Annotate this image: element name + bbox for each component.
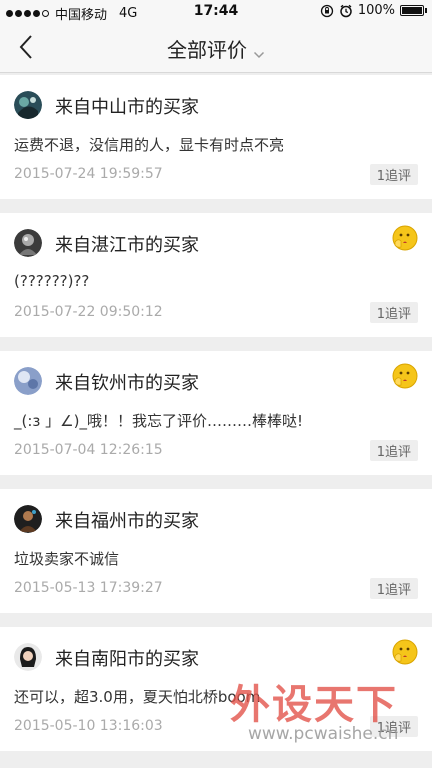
review-card: 来自湛江市的买家 (??????)?? 2015-07-22 09:50:12 … — [0, 213, 432, 337]
review-comment: _(:з 」∠)_哦！！我忘了评价………棒棒哒! — [14, 412, 303, 430]
followup-badge[interactable]: 1追评 — [369, 164, 418, 185]
buyer-name: 来自福州市的买家 — [55, 511, 199, 532]
review-filter-dropdown[interactable]: 全部评价 — [0, 34, 432, 64]
avatar[interactable] — [14, 505, 42, 533]
avatar[interactable] — [14, 367, 42, 395]
review-card: 来自中山市的买家 运费不退，没信用的人，显卡有时点不亮 2015-07-24 1… — [0, 75, 432, 199]
followup-badge[interactable]: 1追评 — [369, 716, 418, 737]
avatar[interactable] — [14, 643, 42, 671]
followup-badge[interactable]: 1追评 — [369, 302, 418, 323]
status-right: 100% — [320, 3, 427, 18]
followup-badge[interactable]: 1追评 — [369, 578, 418, 599]
buyer-name: 来自钦州市的买家 — [55, 373, 199, 394]
review-date: 2015-05-10 13:16:03 — [14, 718, 163, 734]
review-comment: 还可以，超3.0用，夏天怕北桥boom — [14, 688, 261, 706]
review-card: 来自福州市的买家 垃圾卖家不诚信 2015-05-13 17:39:27 1追评 — [0, 489, 432, 613]
review-date: 2015-07-24 19:59:57 — [14, 166, 163, 182]
review-comment: (??????)?? — [14, 272, 90, 290]
avatar[interactable] — [14, 229, 42, 257]
buyer-name: 来自湛江市的买家 — [55, 235, 199, 256]
review-card: 来自南阳市的买家 还可以，超3.0用，夏天怕北桥boom 2015-05-10 … — [0, 627, 432, 751]
avatar[interactable] — [14, 91, 42, 119]
rotation-lock-icon — [320, 4, 333, 17]
emoji-badge-icon — [392, 225, 418, 251]
battery-percent: 100% — [357, 3, 395, 18]
review-date: 2015-07-04 12:26:15 — [14, 442, 163, 458]
buyer-name: 来自南阳市的买家 — [55, 649, 199, 670]
review-card: 来自钦州市的买家 _(:з 」∠)_哦！！我忘了评价………棒棒哒! 2015-0… — [0, 351, 432, 475]
buyer-name: 来自中山市的买家 — [55, 97, 199, 118]
chevron-down-icon — [253, 40, 265, 64]
review-date: 2015-05-13 17:39:27 — [14, 580, 163, 596]
emoji-badge-icon — [392, 639, 418, 665]
battery-icon — [400, 5, 427, 16]
followup-badge[interactable]: 1追评 — [369, 440, 418, 461]
status-bar: 中国移动 4G 17:44 100% — [0, 0, 432, 23]
review-date: 2015-07-22 09:50:12 — [14, 304, 163, 320]
alarm-icon — [340, 4, 352, 17]
review-comment: 垃圾卖家不诚信 — [14, 550, 120, 568]
review-comment: 运费不退，没信用的人，显卡有时点不亮 — [14, 136, 285, 154]
page-title: 全部评价 — [167, 38, 247, 62]
nav-bar: 全部评价 — [0, 22, 432, 73]
emoji-badge-icon — [392, 363, 418, 389]
